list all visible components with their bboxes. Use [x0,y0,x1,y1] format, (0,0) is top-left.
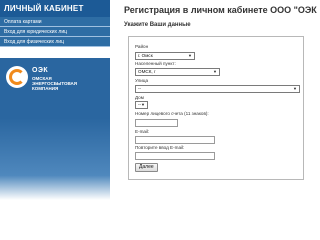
locality-select[interactable]: ОМСК, г ▼ [135,68,220,76]
chevron-down-icon: ▼ [141,102,145,107]
sidebar-item-individuals[interactable]: Вход для физических лиц [0,37,110,47]
house-label: Дом [135,95,144,100]
sidebar-item-legal-entities[interactable]: Вход для юридических лиц [0,27,110,37]
logo-company-name: ОМСКАЯ ЭНЕРГОСБЫТОВАЯ КОМПАНИЯ [32,76,77,91]
chevron-down-icon: ▼ [293,86,297,91]
locality-label: Населенный пункт: [135,61,176,66]
sidebar-item-card-payment[interactable]: Оплата картами [0,17,110,27]
account-number-label: Номер лицевого счета (11 знаков): [135,111,209,116]
chevron-down-icon: ▼ [213,69,217,74]
house-select[interactable]: -- ▼ [135,101,148,109]
district-select[interactable]: г. Омск ▼ [135,52,195,60]
logo-panel: ОЭК ОМСКАЯ ЭНЕРГОСБЫТОВАЯ КОМПАНИЯ [0,58,110,200]
company-logo-icon [6,66,28,88]
registration-form: Район г. Омск ▼ Населенный пункт: ОМСК, … [128,36,304,180]
cabinet-header: ЛИЧНЫЙ КАБИНЕТ [0,0,110,17]
chevron-down-icon: ▼ [188,53,192,58]
street-select[interactable]: -- ▼ [135,85,300,93]
email-repeat-label: Повторите ввод E-mail: [135,145,185,150]
email-input[interactable] [135,136,215,144]
street-label: Улица [135,78,149,83]
account-number-input[interactable] [135,119,178,127]
sidebar-menu: Оплата картами Вход для юридических лиц … [0,17,110,47]
form-subtitle: Укажите Ваши данные [124,22,191,28]
next-button[interactable]: Далее [135,163,158,172]
sidebar: ЛИЧНЫЙ КАБИНЕТ Оплата картами Вход для ю… [0,0,110,200]
district-label: Район [135,44,149,49]
logo-abbreviation: ОЭК [32,67,49,74]
email-repeat-input[interactable] [135,152,215,160]
email-label: E-mail: [135,129,150,134]
page-title: Регистрация в личном кабинете ООО "ОЭК [124,5,317,15]
